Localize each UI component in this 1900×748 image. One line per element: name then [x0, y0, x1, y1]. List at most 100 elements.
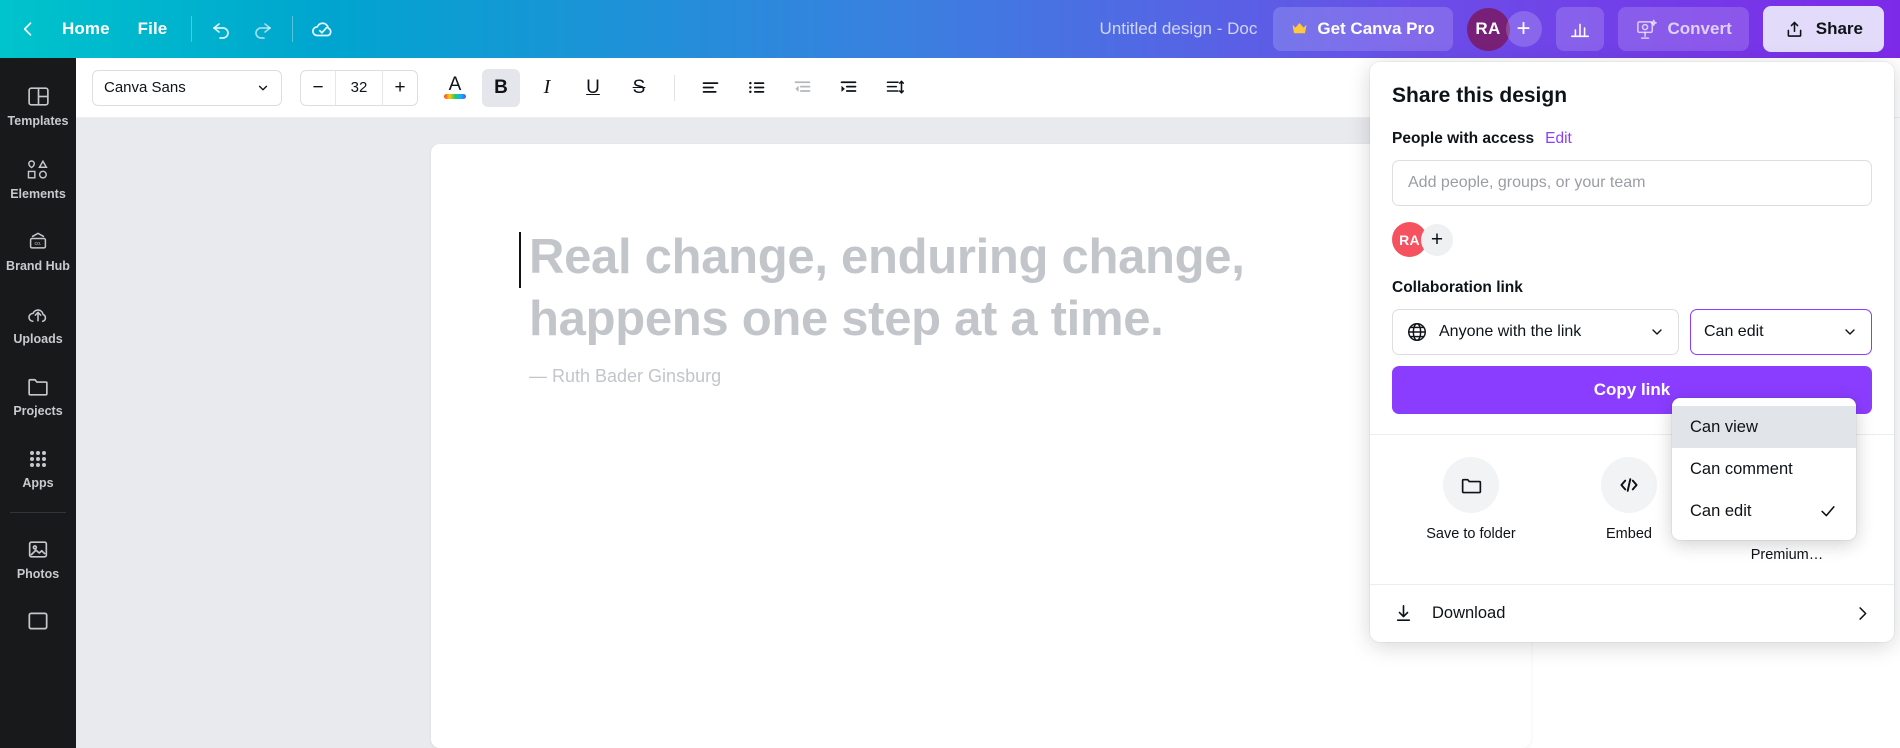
underline-button[interactable]: U: [574, 69, 612, 107]
bullet-list-button[interactable]: [737, 69, 775, 107]
text-align-button[interactable]: [691, 69, 729, 107]
sidebar-item-label: Uploads: [13, 331, 63, 346]
text-color-button[interactable]: A: [436, 69, 474, 107]
quote-attribution: — Ruth Bader Ginsburg: [529, 366, 722, 387]
indent-icon: [838, 77, 859, 98]
strikethrough-button[interactable]: S: [620, 69, 658, 107]
sidebar-item-label: Templates: [7, 114, 69, 128]
sidebar-item-uploads[interactable]: Uploads: [4, 292, 72, 354]
undo-icon: [210, 17, 234, 41]
chevron-down-icon: [256, 81, 270, 95]
permission-option-label: Can edit: [1690, 501, 1752, 520]
download-label: Download: [1432, 604, 1506, 623]
align-left-icon: [700, 77, 721, 98]
document-page[interactable]: Real change, enduring change, happens on…: [431, 144, 1531, 748]
back-button[interactable]: [8, 9, 48, 49]
sidebar-item-label: Photos: [16, 567, 60, 581]
home-menu[interactable]: Home: [48, 10, 124, 48]
audience-select[interactable]: Anyone with the link: [1392, 309, 1679, 355]
font-size-input[interactable]: 32: [335, 70, 383, 105]
people-with-access-row: People with access Edit: [1392, 130, 1872, 148]
uploads-icon: [25, 302, 51, 327]
chevron-left-icon: [18, 19, 38, 39]
toolbar-divider-3: [674, 74, 675, 101]
strikethrough-label: S: [632, 76, 646, 98]
toolbar-divider-1: [191, 16, 193, 42]
sidebar-item-templates[interactable]: Templates: [4, 74, 72, 136]
convert-icon: [1635, 18, 1658, 41]
avatar[interactable]: RA: [1466, 7, 1510, 51]
indent-button[interactable]: [829, 69, 867, 107]
sidebar-item-projects[interactable]: Projects: [4, 364, 72, 426]
line-spacing-button[interactable]: [875, 69, 913, 107]
top-bar-left: Home File: [0, 0, 343, 58]
action-label: Save to folder: [1426, 526, 1516, 542]
bold-button[interactable]: B: [482, 68, 520, 107]
quote-text-block[interactable]: Real change, enduring change, happens on…: [519, 226, 1349, 387]
file-menu[interactable]: File: [124, 10, 182, 48]
convert-button[interactable]: Convert: [1617, 7, 1749, 51]
permission-option-can-comment[interactable]: Can comment: [1672, 448, 1856, 490]
canva-editor-window: Home File Untitled design - Doc Get Canv…: [0, 0, 1900, 748]
insights-button[interactable]: [1555, 7, 1604, 51]
get-canva-pro-label: Get Canva Pro: [1317, 19, 1435, 38]
add-people-input[interactable]: [1392, 160, 1872, 206]
sidebar-item-more[interactable]: [4, 600, 72, 640]
elements-icon: [25, 157, 52, 182]
font-size-decrease-button[interactable]: −: [301, 71, 335, 105]
templates-icon: [26, 84, 51, 109]
undo-button[interactable]: [202, 9, 242, 49]
share-dialog-body: Share this design People with access Edi…: [1370, 62, 1894, 434]
share-dialog-title: Share this design: [1392, 84, 1568, 107]
action-label: Embed: [1606, 526, 1652, 542]
permission-dropdown-menu: Can view Can comment Can edit: [1672, 398, 1856, 540]
collaboration-link-label: Collaboration link: [1392, 279, 1523, 296]
convert-label: Convert: [1667, 19, 1732, 38]
chevron-down-icon: [1842, 324, 1858, 340]
permission-option-can-edit[interactable]: Can edit: [1672, 490, 1856, 532]
globe-icon: [1406, 321, 1428, 343]
download-row[interactable]: Download: [1370, 585, 1894, 642]
font-size-stepper: − 32 +: [300, 69, 418, 106]
save-to-folder-action[interactable]: Save to folder: [1410, 457, 1532, 566]
share-upload-icon: [1784, 19, 1805, 40]
redo-button[interactable]: [242, 9, 282, 49]
permission-select[interactable]: Can edit: [1690, 309, 1872, 355]
permission-option-can-view[interactable]: Can view: [1672, 406, 1856, 448]
sidebar-item-brand-hub[interactable]: co. Brand Hub: [4, 219, 72, 281]
chevron-down-icon: [1649, 324, 1665, 340]
edit-access-link[interactable]: Edit: [1545, 130, 1572, 148]
sidebar-item-photos[interactable]: Photos: [4, 527, 72, 589]
collaborators: RA +: [1466, 7, 1542, 51]
document-title[interactable]: Untitled design - Doc: [1084, 10, 1274, 48]
sidebar-item-elements[interactable]: Elements: [4, 147, 72, 209]
sidebar-item-label: Apps: [22, 475, 54, 490]
cloud-saved-button[interactable]: [303, 9, 343, 49]
italic-button[interactable]: I: [528, 69, 566, 107]
quote-line-2: happens one step at a time.: [529, 292, 1164, 347]
download-icon: [1392, 602, 1415, 625]
text-color-icon: A: [448, 74, 462, 95]
permission-value: Can edit: [1704, 323, 1764, 340]
code-icon: [1601, 457, 1657, 513]
italic-label: I: [543, 76, 551, 98]
font-size-increase-button[interactable]: +: [383, 71, 417, 105]
photos-icon: [25, 537, 51, 562]
cloud-check-icon: [310, 16, 336, 42]
brand-hub-icon: co.: [25, 229, 51, 254]
get-canva-pro-button[interactable]: Get Canva Pro: [1273, 7, 1453, 51]
add-member-button[interactable]: +: [1421, 223, 1453, 256]
add-collaborator-button[interactable]: +: [1505, 11, 1542, 47]
font-family-select[interactable]: Canva Sans: [92, 69, 282, 106]
sidebar-item-label: Projects: [13, 404, 63, 418]
line-spacing-icon: [884, 77, 905, 98]
member-avatars: RA +: [1392, 222, 1872, 257]
top-bar: Home File Untitled design - Doc Get Canv…: [0, 0, 1900, 58]
link-settings-row: Anyone with the link Can edit: [1392, 309, 1872, 355]
underline-label: U: [586, 76, 600, 98]
outdent-button[interactable]: [783, 69, 821, 107]
share-button[interactable]: Share: [1762, 6, 1884, 52]
quote-line-1: Real change, enduring change,: [529, 230, 1245, 284]
sidebar-item-apps[interactable]: Apps: [4, 437, 72, 498]
people-with-access-label: People with access: [1392, 130, 1535, 147]
